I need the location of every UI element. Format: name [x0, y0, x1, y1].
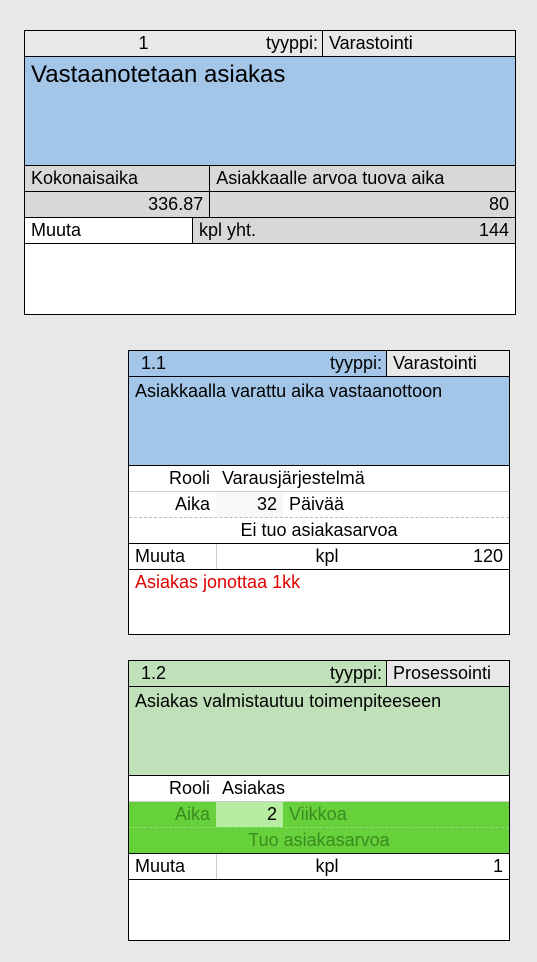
box3-notes-area — [129, 880, 509, 940]
box2-rooli-row: Rooli Varausjärjestelmä — [129, 466, 509, 492]
box1-type: Varastointi — [322, 31, 515, 56]
box1-id: 1 — [25, 31, 262, 56]
box2-note: Asiakas jonottaa 1kk — [129, 570, 509, 634]
type-label: tyyppi: — [326, 661, 386, 686]
process-box-1: 1 tyyppi: Varastointi Vastaanotetaan asi… — [24, 30, 516, 315]
kplyht-value: 144 — [473, 218, 515, 243]
box2-title: Asiakkaalla varattu aika vastaanottoon — [129, 377, 509, 466]
aika-label: Aika — [129, 492, 216, 517]
box3-kpl-value: 1 — [437, 854, 509, 879]
kpl-label: kpl — [216, 854, 437, 879]
box3-rooli: Asiakas — [216, 776, 509, 801]
type-label: tyyppi: — [262, 31, 322, 56]
kplyht-label: kpl yht. — [192, 218, 473, 243]
box2-aika-value: 32 — [216, 492, 283, 517]
box2-muuta-row: Muuta kpl 120 — [129, 544, 509, 570]
value-time-value: 80 — [209, 192, 515, 217]
box3-type: Prosessointi — [386, 661, 509, 686]
box1-bottom-row: Muuta kpl yht. 144 — [25, 218, 515, 244]
box2-type: Varastointi — [386, 351, 509, 376]
process-box-1-2: 1.2 tyyppi: Prosessointi Asiakas valmist… — [128, 660, 510, 941]
box1-notes-area — [25, 244, 515, 314]
box2-kpl-value: 120 — [437, 544, 509, 569]
box3-aika-value: 2 — [216, 802, 283, 827]
kpl-label: kpl — [216, 544, 437, 569]
box2-rooli: Varausjärjestelmä — [216, 466, 509, 491]
box1-time-values: 336.87 80 — [25, 192, 515, 218]
box3-id: 1.2 — [129, 661, 326, 686]
box1-title: Vastaanotetaan asiakas — [25, 57, 515, 166]
muuta-label: Muuta — [129, 544, 216, 569]
rooli-label: Rooli — [129, 776, 216, 801]
box2-aika-unit: Päivää — [283, 492, 509, 517]
aika-label: Aika — [129, 802, 216, 827]
process-box-1-1: 1.1 tyyppi: Varastointi Asiakkaalla vara… — [128, 350, 510, 635]
muuta-label: Muuta — [25, 218, 192, 243]
box1-time-labels: Kokonaisaika Asiakkaalle arvoa tuova aik… — [25, 166, 515, 192]
box3-aika-row: Aika 2 Viikkoa — [129, 802, 509, 828]
box2-value-status: Ei tuo asiakasarvoa — [129, 518, 509, 544]
rooli-label: Rooli — [129, 466, 216, 491]
box2-aika-row: Aika 32 Päivää — [129, 492, 509, 518]
box3-muuta-row: Muuta kpl 1 — [129, 854, 509, 880]
box2-id: 1.1 — [129, 351, 326, 376]
box2-header: 1.1 tyyppi: Varastointi — [129, 351, 509, 377]
box3-rooli-row: Rooli Asiakas — [129, 776, 509, 802]
value-time-label: Asiakkaalle arvoa tuova aika — [209, 166, 515, 191]
muuta-label: Muuta — [129, 854, 216, 879]
total-time-label: Kokonaisaika — [25, 166, 209, 191]
box3-value-status: Tuo asiakasarvoa — [129, 828, 509, 854]
type-label: tyyppi: — [326, 351, 386, 376]
box3-header: 1.2 tyyppi: Prosessointi — [129, 661, 509, 687]
box1-header: 1 tyyppi: Varastointi — [25, 31, 515, 57]
total-time-value: 336.87 — [25, 192, 209, 217]
box3-aika-unit: Viikkoa — [283, 802, 509, 827]
box3-title: Asiakas valmistautuu toimenpiteeseen — [129, 687, 509, 776]
